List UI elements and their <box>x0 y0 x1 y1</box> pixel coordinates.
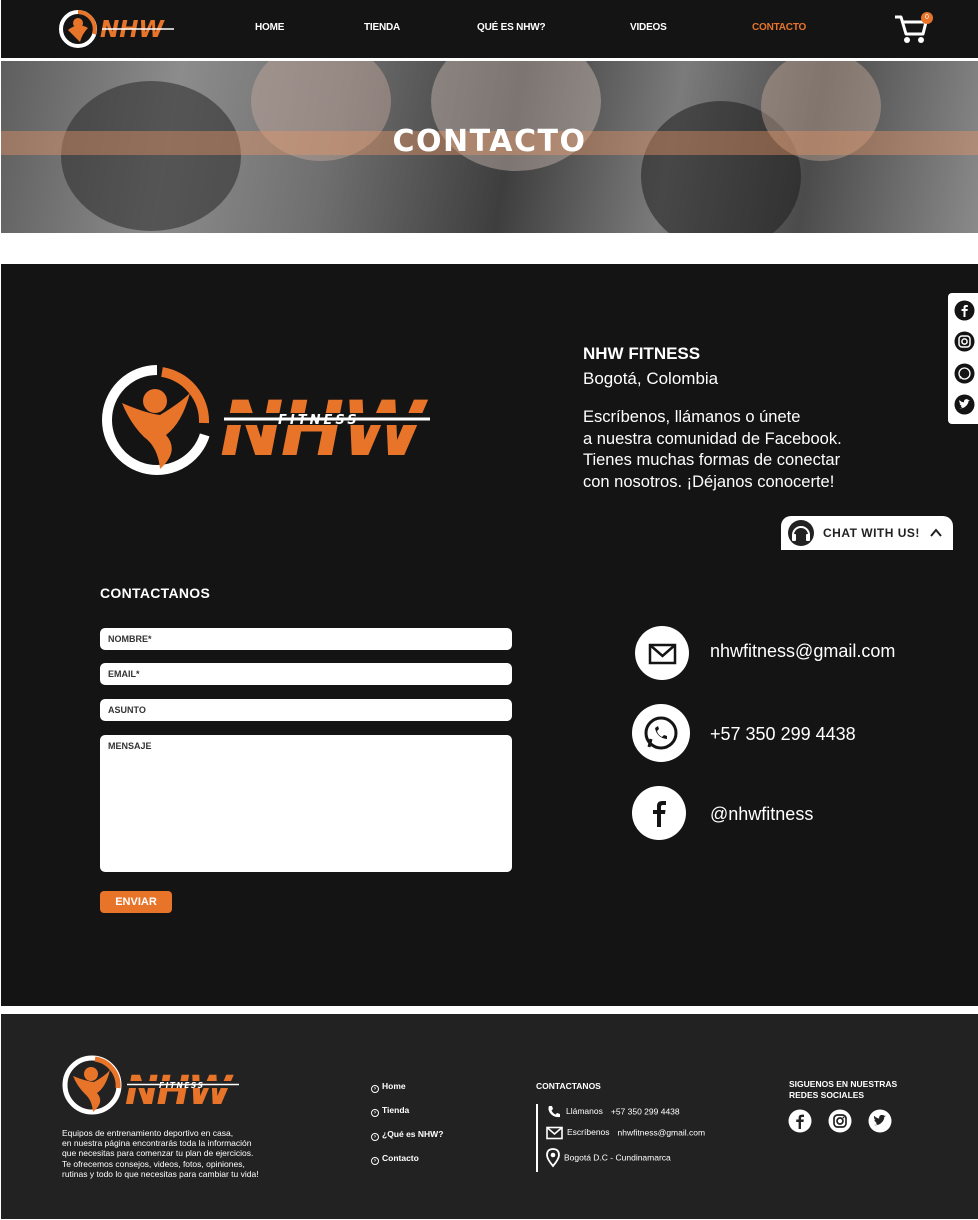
send-button[interactable]: ENVIAR <box>100 891 172 913</box>
chevron-right-icon: › <box>371 1085 379 1093</box>
logo-icon[interactable]: NHW <box>58 8 178 50</box>
svg-text:FITNESS: FITNESS <box>159 1081 204 1090</box>
svg-text:NHW: NHW <box>220 384 428 473</box>
subject-field[interactable] <box>100 699 512 721</box>
footer-logo-icon[interactable]: NHW FITNESS <box>61 1054 241 1116</box>
whatsapp-circle[interactable] <box>632 704 690 762</box>
footer-write-row[interactable]: Escríbenos nhwfitness@gmail.com <box>546 1126 705 1140</box>
footer-call-row[interactable]: Llámanos +57 350 299 4438 <box>546 1104 680 1120</box>
nhw-logo-icon: NHW FITNESS <box>102 363 432 475</box>
hero-title: CONTACTO <box>392 124 587 159</box>
chevron-right-icon: › <box>371 1157 379 1165</box>
footer-link-label: ¿Qué es NHW? <box>382 1129 444 1139</box>
footer-link-home[interactable]: › Home <box>371 1081 406 1093</box>
footer-call-value: +57 350 299 4438 <box>610 1106 680 1117</box>
mail-icon <box>648 643 677 665</box>
svg-text:NHW: NHW <box>125 1068 234 1114</box>
social-sidebar <box>948 293 978 424</box>
nav-que-es-nhw[interactable]: QUÉ ES NHW? <box>477 22 546 33</box>
headset-icon <box>788 520 814 546</box>
facebook-icon[interactable] <box>788 1109 812 1133</box>
name-field[interactable] <box>100 628 512 650</box>
page: NHW HOME TIENDA QUÉ ES NHW? VIDEOS CONTA… <box>0 0 978 1220</box>
footer-link-tienda[interactable]: › Tienda <box>371 1105 409 1117</box>
message-field[interactable] <box>100 735 512 872</box>
contact-email[interactable]: nhwfitness@gmail.com <box>710 641 895 662</box>
company-description: Escríbenos, llámanos o únete a nuestra c… <box>583 408 842 491</box>
footer-write-value: nhwfitness@gmail.com <box>617 1127 706 1138</box>
nav-tienda[interactable]: TIENDA <box>364 22 400 33</box>
mail-icon <box>546 1126 563 1140</box>
form-title: CONTACTANOS <box>100 585 211 601</box>
twitter-icon[interactable] <box>954 394 975 415</box>
chat-label: CHAT WITH US! <box>823 526 920 540</box>
footer-link-label: Contacto <box>382 1153 419 1163</box>
company-name: NHW FITNESS <box>583 344 701 363</box>
nav-videos[interactable]: VIDEOS <box>630 22 667 33</box>
footer-social-title-1: SIGUENOS EN NUESTRAS <box>789 1079 898 1089</box>
email-field[interactable] <box>100 663 512 685</box>
instagram-icon[interactable] <box>954 331 975 352</box>
footer-description: Equipos de entrenamiento deportivo en ca… <box>62 1128 259 1179</box>
contact-facebook[interactable]: @nhwfitness <box>710 804 813 825</box>
whatsapp-icon[interactable] <box>954 363 975 384</box>
footer-contact-title: CONTACTANOS <box>536 1081 601 1091</box>
facebook-icon[interactable] <box>954 300 975 321</box>
footer-address-row: Bogotá D.C - Cundinamarca <box>546 1148 671 1168</box>
facebook-circle[interactable] <box>632 786 686 840</box>
email-circle[interactable] <box>635 626 689 680</box>
contact-phone[interactable]: +57 350 299 4438 <box>710 724 856 745</box>
nav-contacto[interactable]: CONTACTO <box>752 22 806 33</box>
svg-text:NHW: NHW <box>100 17 165 43</box>
footer-call-label: Llámanos <box>566 1106 603 1117</box>
footer-divider <box>536 1104 538 1172</box>
svg-text:FITNESS: FITNESS <box>278 413 360 428</box>
cart-count-badge: 0 <box>921 12 933 24</box>
chevron-up-icon <box>930 528 942 537</box>
top-nav: NHW HOME TIENDA QUÉ ES NHW? VIDEOS CONTA… <box>1 0 978 58</box>
hero-banner: CONTACTO <box>1 61 978 233</box>
nav-home[interactable]: HOME <box>255 22 284 33</box>
footer-social-title-2: REDES SOCIALES <box>789 1090 865 1100</box>
footer: NHW FITNESS Equipos de entrenamiento dep… <box>1 1014 978 1219</box>
chat-with-us-button[interactable]: CHAT WITH US! <box>781 516 953 550</box>
footer-link-que-es-nhw[interactable]: › ¿Qué es NHW? <box>371 1129 443 1141</box>
footer-write-label: Escríbenos <box>567 1127 610 1138</box>
instagram-icon[interactable] <box>828 1109 852 1133</box>
contact-section: NHW FITNESS NHW FITNESS Bogotá, Colombia… <box>1 264 978 1006</box>
phone-icon <box>548 1106 560 1118</box>
company-city: Bogotá, Colombia <box>583 369 719 388</box>
footer-link-label: Tienda <box>382 1105 410 1115</box>
facebook-icon <box>653 801 666 827</box>
chevron-right-icon: › <box>371 1133 379 1141</box>
chevron-right-icon: › <box>371 1109 379 1117</box>
footer-link-label: Home <box>382 1081 406 1091</box>
footer-address: Bogotá D.C - Cundinamarca <box>564 1152 671 1163</box>
footer-link-contacto[interactable]: › Contacto <box>371 1153 419 1165</box>
whatsapp-icon <box>644 716 678 750</box>
location-icon <box>546 1148 560 1168</box>
twitter-icon[interactable] <box>868 1109 892 1133</box>
